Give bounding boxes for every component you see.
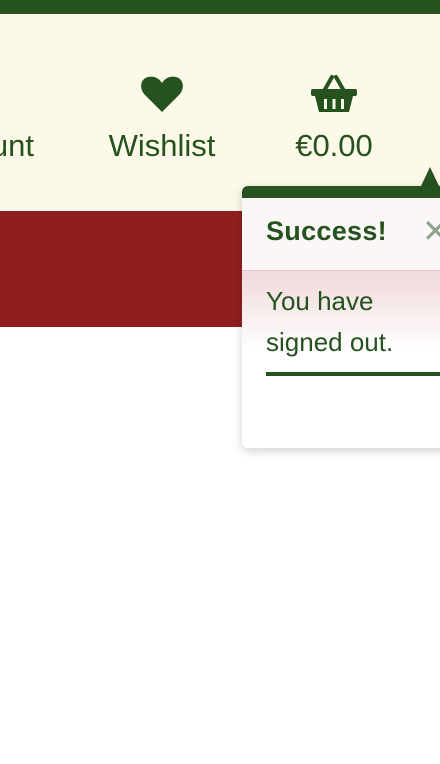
site-header: unt Wishlist €0.00 (0, 14, 440, 211)
toast-pointer (421, 167, 439, 186)
toast-progress-bar (266, 372, 440, 376)
wishlist-label: Wishlist (108, 128, 216, 163)
toast-header: Success! ✕ (242, 198, 440, 271)
heart-icon (102, 74, 222, 116)
toast-body: You have signed out. (242, 271, 440, 448)
basket-total: €0.00 (295, 128, 373, 163)
toast-title: Success! (266, 216, 387, 246)
user-icon (0, 74, 34, 116)
top-accent-bar (0, 0, 440, 14)
basket-icon (284, 74, 384, 116)
close-icon[interactable]: ✕ (422, 215, 440, 247)
account-label: unt (0, 128, 34, 163)
account-link[interactable]: unt (0, 74, 34, 166)
success-toast: Success! ✕ You have signed out. (242, 186, 440, 448)
basket-link[interactable]: €0.00 (284, 74, 384, 166)
toast-message: You have signed out. (266, 286, 394, 357)
toast-accent-bar (242, 186, 440, 198)
wishlist-link[interactable]: Wishlist (102, 74, 222, 166)
